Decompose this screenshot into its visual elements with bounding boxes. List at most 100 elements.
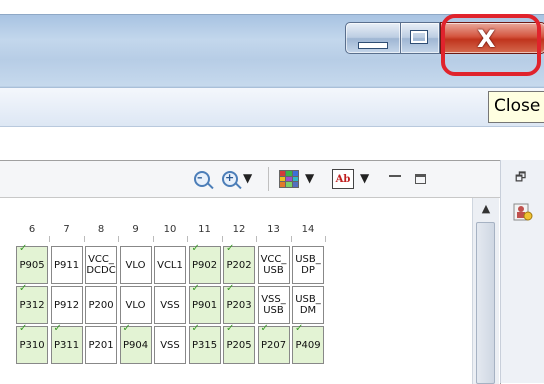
pin-cell[interactable]: P911	[50, 246, 83, 284]
pin-cell[interactable]: P207	[257, 323, 290, 364]
zoom-in-button[interactable]: +	[218, 167, 242, 191]
minimize-icon	[358, 42, 388, 49]
pin-label: P203	[226, 299, 252, 311]
column-tick	[83, 236, 85, 242]
color-grid-icon	[279, 170, 299, 188]
pin-label: P201	[88, 339, 114, 351]
pin-label: VCC_ USB	[260, 254, 287, 276]
pin-cell[interactable]: VLO	[119, 286, 152, 324]
font-dropdown-arrow[interactable]: ▼	[360, 171, 369, 185]
close-tooltip: Close	[488, 91, 544, 123]
pin-cell[interactable]: P201	[85, 326, 117, 364]
pin-label: P911	[53, 259, 80, 271]
column-tick	[49, 236, 50, 242]
pin-label: VCC_ DCDC	[86, 254, 116, 276]
pin-cell[interactable]: P311	[50, 323, 83, 364]
pin-cell[interactable]: VSS_ USB	[257, 286, 290, 324]
pin-cell[interactable]: P901	[188, 283, 221, 324]
toolbar-separator	[268, 167, 269, 191]
title-bar-edge	[0, 14, 544, 15]
pin-cell[interactable]: USB_ DP	[292, 246, 324, 284]
pin-label: P409	[295, 339, 321, 351]
pin-cell[interactable]: VSS	[154, 286, 186, 324]
font-icon: Ab	[332, 169, 354, 189]
column-tick	[118, 236, 119, 242]
zoom-out-icon: –	[194, 171, 210, 187]
pin-cell[interactable]: P905	[16, 243, 48, 284]
pin-label: VSS_ USB	[261, 294, 286, 316]
side-view-strip: 🗗	[500, 160, 544, 383]
font-button[interactable]: Ab	[330, 167, 356, 191]
pin-cell[interactable]: VSS	[154, 326, 186, 364]
pin-cell[interactable]: P310	[16, 323, 48, 364]
panel-toolbar: – + ▼ ▼ Ab ▼	[0, 161, 500, 198]
pin-label: USB_ DP	[295, 254, 321, 276]
workspace-gap	[0, 127, 544, 160]
pin-label: P901	[191, 299, 218, 311]
pin-label: P202	[226, 259, 252, 271]
pin-cell[interactable]: VCC_ USB	[257, 246, 290, 284]
scroll-up-arrow-icon[interactable]: ▲	[477, 202, 495, 218]
maximize-button[interactable]	[400, 22, 440, 54]
pin-configuration-panel: – + ▼ ▼ Ab ▼ 67891011121314P905P911VCC_ …	[0, 160, 501, 384]
pin-cell[interactable]: P409	[292, 323, 324, 364]
pin-label: P315	[191, 339, 218, 351]
maximize-icon	[410, 30, 428, 44]
pin-label: VSS	[160, 339, 180, 351]
pin-label: VLO	[125, 299, 146, 311]
pin-cell[interactable]: VCL1	[154, 246, 186, 284]
minimize-button[interactable]	[345, 22, 401, 54]
pin-label: VCL1	[157, 259, 183, 271]
pin-label: VSS	[160, 299, 180, 311]
column-tick	[152, 236, 154, 242]
panel-maximize-button[interactable]	[410, 167, 430, 191]
close-icon: X	[477, 25, 496, 53]
pin-label: P912	[53, 299, 80, 311]
pin-cell[interactable]: P205	[223, 323, 255, 364]
pin-label: P200	[88, 299, 114, 311]
pin-cell[interactable]: P904	[119, 323, 152, 364]
pin-cell[interactable]: P202	[223, 243, 255, 284]
pin-cell[interactable]: P902	[188, 243, 221, 284]
column-tick	[290, 236, 292, 242]
color-dropdown-arrow[interactable]: ▼	[305, 171, 314, 185]
menu-strip	[0, 88, 544, 127]
pin-cell[interactable]: USB_ DM	[292, 286, 324, 324]
scrollbar-thumb[interactable]	[476, 222, 495, 384]
pin-cell[interactable]: P315	[188, 323, 221, 364]
column-tick	[256, 236, 257, 242]
zoom-dropdown-arrow[interactable]: ▼	[243, 171, 252, 185]
vertical-scrollbar[interactable]: ▲	[472, 198, 499, 384]
close-button[interactable]: X	[440, 22, 544, 54]
pin-label: P312	[19, 299, 45, 311]
column-tick	[187, 236, 188, 242]
pin-cell[interactable]: P200	[85, 286, 117, 324]
pin-label: P905	[19, 259, 45, 271]
column-tick	[325, 236, 326, 242]
pin-label: P207	[260, 339, 287, 351]
pin-cell[interactable]: P912	[50, 286, 83, 324]
user-properties-icon[interactable]	[513, 202, 533, 222]
zoom-in-icon: +	[222, 171, 238, 187]
color-scheme-button[interactable]	[276, 167, 302, 191]
pin-cell[interactable]: P312	[16, 283, 48, 324]
pin-cell[interactable]: VCC_ DCDC	[85, 246, 117, 284]
column-tick	[221, 236, 223, 242]
pin-grid: 67891011121314P905P911VCC_ DCDCVLOVCL1P9…	[0, 198, 470, 384]
restore-view-icon[interactable]: 🗗	[515, 168, 526, 189]
pin-cell[interactable]: VLO	[119, 246, 152, 284]
zoom-out-button[interactable]: –	[190, 167, 214, 191]
pin-label: P311	[53, 339, 80, 351]
pin-label: USB_ DM	[295, 294, 321, 316]
pin-label: P904	[122, 339, 149, 351]
panel-minimize-icon	[389, 175, 401, 177]
panel-minimize-button[interactable]	[385, 167, 405, 191]
pin-cell[interactable]: P203	[223, 283, 255, 324]
column-header: 14	[301, 224, 315, 235]
pin-label: P902	[191, 259, 218, 271]
pin-label: P205	[226, 339, 252, 351]
pin-label: P310	[19, 339, 45, 351]
window-title-bar: X	[0, 0, 544, 88]
pin-label: VLO	[125, 259, 146, 271]
panel-maximize-icon	[414, 174, 426, 184]
